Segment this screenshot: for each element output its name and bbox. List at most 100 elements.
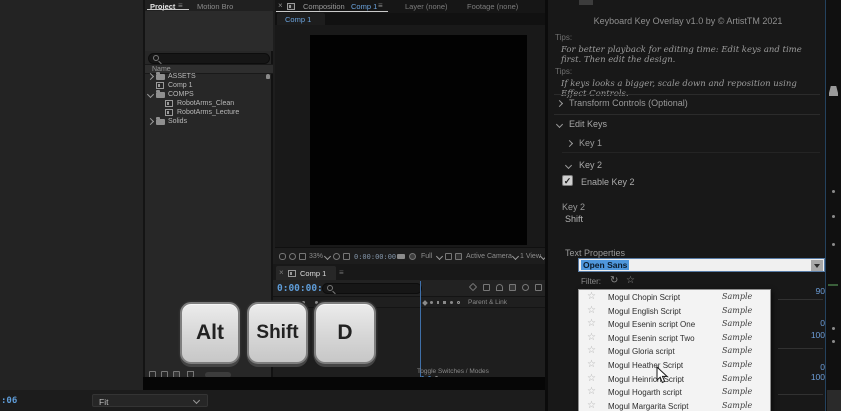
tree-row-solids[interactable]: Solids <box>145 117 273 126</box>
tab-composition-comp-name[interactable]: Comp 1 <box>351 2 377 11</box>
font-list-item[interactable]: ☆ Mogul Heather Script Sample <box>579 358 771 372</box>
property-value[interactable]: 100 <box>775 372 825 382</box>
tab-layer[interactable]: Layer (none) <box>405 2 448 11</box>
tab-footage[interactable]: Footage (none) <box>467 2 518 11</box>
tree-row-robotarms-lecture[interactable]: RobotArms_Lecture <box>145 108 273 117</box>
tree-row-assets[interactable]: ASSETS <box>145 72 273 81</box>
viewer-tool-icon[interactable] <box>299 253 306 260</box>
star-icon[interactable]: ☆ <box>587 373 596 384</box>
star-icon[interactable]: ☆ <box>587 291 596 302</box>
chevron-down-icon[interactable] <box>556 121 563 128</box>
chevron-right-icon[interactable] <box>147 73 154 80</box>
bottom-timecode[interactable]: :06 <box>1 396 17 406</box>
refresh-icon[interactable]: ↻ <box>610 275 618 286</box>
star-icon[interactable]: ☆ <box>587 386 596 397</box>
region-of-interest-icon[interactable] <box>445 253 452 260</box>
chevron-down-icon[interactable] <box>147 91 154 98</box>
close-icon[interactable]: × <box>278 1 283 10</box>
font-name: Mogul Heather Script <box>608 361 683 370</box>
bottom-bar: :06 Fit <box>0 390 545 411</box>
viewer-timecode[interactable]: 0:00:00:00 <box>354 253 396 261</box>
composition-canvas[interactable] <box>310 35 527 245</box>
resolution-value[interactable]: Full <box>421 253 432 260</box>
project-search-input[interactable] <box>148 53 270 64</box>
section-transform-controls[interactable]: Transform Controls (Optional) <box>569 98 688 108</box>
section-edit-keys[interactable]: Edit Keys <box>569 119 607 129</box>
close-icon[interactable]: × <box>279 268 284 277</box>
tab-composition-label[interactable]: Composition <box>303 2 345 11</box>
toggle-switches-button[interactable]: Toggle Switches / Modes <box>417 368 489 375</box>
magnification-value: Fit <box>99 397 108 407</box>
star-icon[interactable]: ☆ <box>587 332 596 343</box>
viewer-subtab-comp1[interactable]: Comp 1 <box>277 13 325 25</box>
property-value[interactable]: 0 <box>775 362 825 372</box>
property-value[interactable]: 90 <box>775 286 825 296</box>
section-key1[interactable]: Key 1 <box>579 138 602 148</box>
viewer-zoom-value[interactable]: 33% <box>309 253 323 260</box>
star-icon[interactable]: ☆ <box>587 400 596 411</box>
key2-field-label: Key 2 <box>562 202 585 212</box>
font-combobox-value: Open Sans <box>581 260 629 270</box>
viewer-tool-icon[interactable] <box>289 253 296 260</box>
current-time-indicator[interactable] <box>420 281 421 377</box>
star-icon[interactable]: ☆ <box>587 359 596 370</box>
composition-mini-flowchart-icon[interactable] <box>469 283 477 291</box>
choose-grid-icon[interactable] <box>333 253 340 260</box>
font-list-item[interactable]: ☆ Mogul English Script Sample <box>579 304 771 318</box>
tree-row-robotarms-clean[interactable]: RobotArms_Clean <box>145 99 273 108</box>
composition-viewer-panel: × Composition Comp 1 ≡ Layer (none) Foot… <box>275 0 545 264</box>
composition-icon <box>287 3 295 10</box>
property-value[interactable]: 0 <box>775 318 825 328</box>
chevron-right-icon[interactable] <box>556 100 563 107</box>
key2-value-field[interactable]: Shift <box>565 214 583 224</box>
chevron-down-icon[interactable] <box>565 162 572 169</box>
timeline-tab-comp1[interactable]: × Comp 1 <box>276 266 336 280</box>
tree-item-label: COMPS <box>168 91 194 98</box>
ruler-icon[interactable] <box>343 253 350 260</box>
panel-menu-icon[interactable]: ≡ <box>378 1 383 10</box>
panel-menu-icon[interactable]: ≡ <box>339 268 344 277</box>
star-filter-icon[interactable]: ☆ <box>626 275 635 286</box>
font-combobox[interactable]: Open Sans <box>578 258 825 272</box>
panel-tab-stub[interactable] <box>579 0 593 5</box>
property-divider <box>778 394 823 395</box>
font-list-item[interactable]: ☆ Mogul Gloria script Sample <box>579 344 771 358</box>
chevron-right-icon[interactable] <box>147 118 154 125</box>
motion-blur-icon[interactable] <box>522 284 529 291</box>
font-list-item[interactable]: ☆ Mogul Esenin script One Sample <box>579 317 771 331</box>
right-edge-dot <box>832 340 835 343</box>
frame-blending-icon[interactable] <box>509 284 516 291</box>
hide-shy-layers-icon[interactable] <box>496 284 503 291</box>
tree-row-comps[interactable]: COMPS <box>145 90 273 99</box>
camera-view-value[interactable]: Active Camera <box>466 253 512 260</box>
combobox-arrow-button[interactable] <box>811 260 823 271</box>
star-icon[interactable]: ☆ <box>587 305 596 316</box>
font-name: Mogul Gloria script <box>608 347 675 356</box>
subtab-label: Comp 1 <box>285 15 311 24</box>
font-list-item[interactable]: ☆ Mogul Margarita Script Sample <box>579 399 771 411</box>
property-value[interactable]: 100 <box>775 330 825 340</box>
section-key2[interactable]: Key 2 <box>579 160 602 170</box>
show-channel-icon[interactable] <box>409 253 416 260</box>
font-list-item[interactable]: ☆ Mogul Esenin script Two Sample <box>579 331 771 345</box>
magnification-dropdown[interactable]: Fit <box>92 394 208 407</box>
font-list-item[interactable]: ☆ Mogul Heinrich Script Sample <box>579 372 771 386</box>
star-icon[interactable]: ☆ <box>587 318 596 329</box>
viewer-tool-icon[interactable] <box>279 253 286 260</box>
parent-link-column-label[interactable]: Parent & Link <box>468 299 507 306</box>
transparency-grid-icon[interactable] <box>455 253 462 260</box>
tree-item-label: Comp 1 <box>168 82 193 89</box>
enable-key2-checkbox[interactable]: ✓ <box>562 175 573 186</box>
tab-motion-bro[interactable]: Motion Bro <box>197 2 233 11</box>
star-icon[interactable]: ☆ <box>587 345 596 356</box>
chevron-right-icon[interactable] <box>566 140 573 147</box>
font-list-item[interactable]: ☆ Mogul Hogarth script Sample <box>579 385 771 399</box>
draft-3d-icon[interactable] <box>483 284 490 291</box>
view-layout-value[interactable]: 1 View <box>520 253 541 260</box>
snapshot-camera-icon[interactable] <box>397 254 405 259</box>
graph-editor-icon[interactable] <box>535 284 542 291</box>
tree-row-comp1[interactable]: Comp 1 <box>145 81 273 90</box>
timeline-search-input[interactable] <box>322 283 422 294</box>
left-empty-area <box>0 0 145 390</box>
font-list-item[interactable]: ☆ Mogul Chopin Script Sample <box>579 290 771 304</box>
